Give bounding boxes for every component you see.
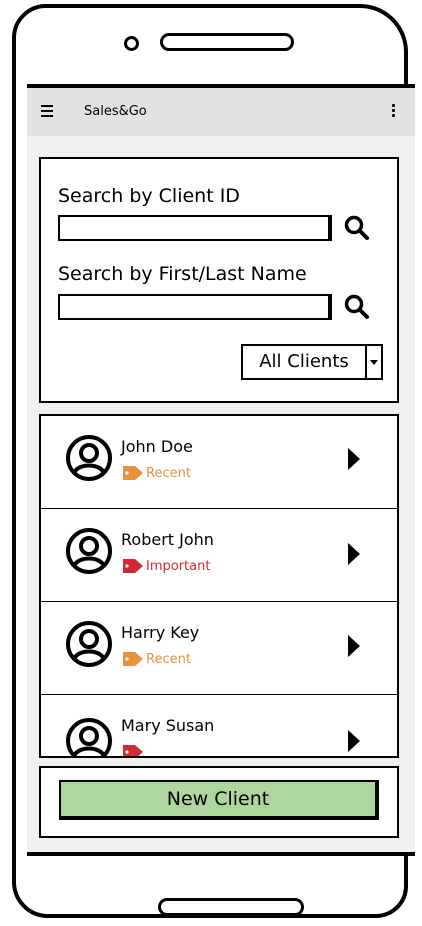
play-arrow-icon[interactable]: [347, 447, 361, 471]
search-client-id-icon[interactable]: [343, 214, 371, 242]
search-panel: Search by Client ID Search by First/Last…: [39, 157, 399, 403]
tag-icon: [123, 559, 143, 573]
client-tag: Recent: [121, 465, 191, 481]
home-button[interactable]: [158, 898, 304, 916]
play-arrow-icon[interactable]: [347, 634, 361, 658]
new-client-button[interactable]: New Client: [59, 780, 379, 820]
chevron-down-icon[interactable]: [367, 346, 381, 378]
user-avatar-icon: [66, 528, 112, 574]
app-title: Sales&Go: [84, 104, 147, 119]
camera-icon: [124, 36, 139, 51]
footer-panel: New Client: [39, 766, 399, 838]
user-avatar-icon: [66, 435, 112, 481]
search-name-icon[interactable]: [343, 293, 371, 321]
tag-icon: [123, 745, 143, 756]
client-row[interactable]: Robert John Important: [41, 509, 397, 602]
client-name: Robert John: [121, 530, 214, 549]
client-row[interactable]: John Doe Recent: [41, 416, 397, 509]
client-name: Mary Susan: [121, 716, 215, 735]
client-tag-label: Recent: [146, 651, 191, 667]
client-id-input[interactable]: [58, 215, 332, 241]
client-name: Harry Key: [121, 623, 200, 642]
client-filter-value: All Clients: [243, 346, 367, 378]
client-name: John Doe: [121, 437, 193, 456]
client-tag: Important: [121, 558, 210, 574]
tag-icon: [123, 652, 143, 666]
speaker-grille: [160, 33, 294, 51]
client-list: John Doe Recent Robert John Important Ha…: [39, 414, 399, 758]
client-id-label: Search by Client ID: [58, 185, 240, 207]
play-arrow-icon[interactable]: [347, 542, 361, 566]
client-row[interactable]: Harry Key Recent: [41, 602, 397, 695]
client-tag-label: Important: [146, 558, 211, 574]
user-avatar-icon: [66, 621, 112, 667]
app-bar: Sales&Go: [27, 88, 415, 136]
kebab-menu-icon[interactable]: [392, 104, 395, 119]
play-arrow-icon[interactable]: [347, 729, 361, 753]
client-tag: [121, 744, 146, 756]
user-avatar-icon: [66, 718, 112, 756]
client-row[interactable]: Mary Susan: [41, 695, 397, 756]
hamburger-icon[interactable]: [41, 105, 53, 117]
client-filter-dropdown[interactable]: All Clients: [241, 344, 383, 380]
app-screen: Sales&Go Search by Client ID Search by F…: [27, 84, 415, 856]
name-search-label: Search by First/Last Name: [58, 263, 307, 285]
client-tag: Recent: [121, 651, 191, 667]
tag-icon: [123, 466, 143, 480]
name-search-input[interactable]: [58, 294, 332, 320]
client-tag-label: Recent: [146, 465, 191, 481]
